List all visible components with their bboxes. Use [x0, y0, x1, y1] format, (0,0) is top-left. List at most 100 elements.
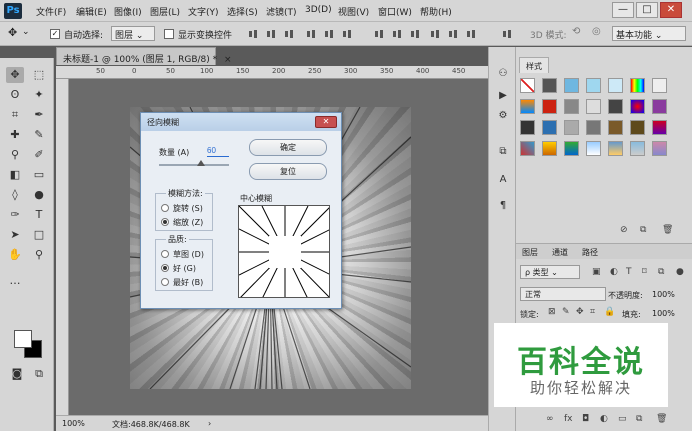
show-transform-checkbox[interactable]: [164, 29, 174, 39]
menu-view[interactable]: 视图(V): [338, 5, 369, 18]
style-swatch[interactable]: [608, 120, 623, 135]
new-style-icon[interactable]: ⧉: [640, 225, 646, 235]
adjustment-layer-icon[interactable]: ◐: [600, 414, 608, 424]
lock-artboard-icon[interactable]: ⌗: [590, 307, 595, 317]
distribute-right-icon[interactable]: [466, 29, 476, 39]
new-group-icon[interactable]: ▭: [618, 414, 627, 424]
clone-source-panel-icon[interactable]: ⧉: [495, 145, 511, 159]
method-zoom-radio[interactable]: [161, 218, 169, 226]
blur-tool-icon[interactable]: ◊: [6, 187, 24, 203]
blur-center-preview[interactable]: [238, 205, 330, 298]
style-swatch[interactable]: [630, 78, 645, 93]
dodge-tool-icon[interactable]: ●: [30, 187, 48, 203]
fill-value[interactable]: 100%: [652, 309, 675, 324]
auto-align-icon[interactable]: [502, 29, 512, 39]
style-swatch[interactable]: [564, 120, 579, 135]
chevron-down-icon[interactable]: ⌄: [22, 27, 30, 37]
more-tools-icon[interactable]: …: [6, 273, 24, 289]
filter-type-icon[interactable]: T: [626, 267, 632, 277]
align-vcenter-icon[interactable]: [266, 29, 276, 39]
new-layer-icon[interactable]: ⧉: [636, 414, 642, 424]
menu-3d[interactable]: 3D(D): [305, 5, 332, 15]
no-style-icon[interactable]: ⊘: [620, 225, 628, 235]
properties-panel-icon[interactable]: ⚙: [495, 109, 511, 123]
menu-image[interactable]: 图像(I): [114, 5, 142, 18]
3d-orbit-icon[interactable]: ◎: [592, 26, 601, 37]
clone-stamp-icon[interactable]: ⚲: [6, 147, 24, 163]
style-swatch[interactable]: [630, 99, 645, 114]
paragraph-panel-icon[interactable]: ¶: [495, 199, 511, 213]
filter-shape-icon[interactable]: ⌑: [642, 267, 647, 277]
distribute-bottom-icon[interactable]: [410, 29, 420, 39]
style-swatch[interactable]: [520, 99, 535, 114]
magic-wand-icon[interactable]: ✦: [30, 87, 48, 103]
menu-type[interactable]: 文字(Y): [188, 5, 219, 18]
style-swatch[interactable]: [542, 78, 557, 93]
quick-mask-icon[interactable]: ◙: [8, 366, 26, 382]
quality-draft-label[interactable]: 草图 (D): [173, 249, 204, 260]
filter-adjust-icon[interactable]: ◐: [610, 267, 618, 277]
pen-tool-icon[interactable]: ✑: [6, 207, 24, 223]
delete-style-icon[interactable]: 🗑: [662, 225, 673, 235]
style-swatch[interactable]: [652, 78, 667, 93]
style-swatch[interactable]: [652, 99, 667, 114]
filter-toggle-icon[interactable]: ●: [676, 267, 684, 277]
align-bottom-icon[interactable]: [284, 29, 294, 39]
fx-icon[interactable]: fx: [564, 414, 573, 424]
amount-input[interactable]: [207, 145, 229, 157]
tab-close-icon[interactable]: ×: [224, 55, 232, 65]
style-swatch[interactable]: [630, 120, 645, 135]
status-arrow-icon[interactable]: ›: [208, 419, 211, 428]
lock-position-icon[interactable]: ✥: [576, 307, 584, 317]
style-swatch[interactable]: [652, 141, 667, 156]
quality-best-radio[interactable]: [161, 278, 169, 286]
distribute-vcenter-icon[interactable]: [392, 29, 402, 39]
foreground-color-swatch[interactable]: [14, 330, 32, 348]
tab-layers[interactable]: 图层: [522, 247, 538, 258]
quality-best-label[interactable]: 最好 (B): [173, 277, 203, 288]
style-swatch[interactable]: [586, 78, 601, 93]
menu-window[interactable]: 窗口(W): [378, 5, 412, 18]
gradient-tool-icon[interactable]: ▭: [30, 167, 48, 183]
add-mask-icon[interactable]: ◘: [582, 414, 589, 424]
menu-layer[interactable]: 图层(L): [150, 5, 180, 18]
style-swatch[interactable]: [564, 78, 579, 93]
filter-smart-icon[interactable]: ⧉: [658, 267, 664, 277]
menu-select[interactable]: 选择(S): [227, 5, 258, 18]
method-spin-radio[interactable]: [161, 204, 169, 212]
opacity-value[interactable]: 100%: [652, 290, 675, 305]
amount-slider-thumb[interactable]: [197, 160, 205, 166]
distribute-top-icon[interactable]: [374, 29, 384, 39]
lock-pixels-icon[interactable]: ✎: [562, 307, 570, 317]
align-hcenter-icon[interactable]: [324, 29, 334, 39]
style-swatch[interactable]: [608, 78, 623, 93]
menu-help[interactable]: 帮助(H): [420, 5, 452, 18]
style-swatch[interactable]: [630, 141, 645, 156]
style-swatch[interactable]: [542, 120, 557, 135]
style-swatch[interactable]: [586, 120, 601, 135]
distribute-hcenter-icon[interactable]: [448, 29, 458, 39]
amount-slider-track[interactable]: [159, 164, 229, 166]
auto-select-checkbox[interactable]: ✓: [50, 29, 60, 39]
character-panel-icon[interactable]: A: [495, 173, 511, 187]
tab-paths[interactable]: 路径: [582, 247, 598, 258]
tab-channels[interactable]: 通道: [552, 247, 568, 258]
screen-mode-icon[interactable]: ⧉: [30, 366, 48, 382]
style-swatch[interactable]: [586, 141, 601, 156]
lock-all-icon[interactable]: 🔒: [604, 307, 615, 317]
lock-transparent-icon[interactable]: ⊠: [548, 307, 556, 317]
eraser-tool-icon[interactable]: ◧: [6, 167, 24, 183]
style-swatch[interactable]: [542, 141, 557, 156]
lasso-tool-icon[interactable]: ʘ: [6, 87, 24, 103]
document-tab[interactable]: 未标题-1 @ 100% (图层 1, RGB/8) * ×: [56, 47, 232, 65]
marquee-tool-icon[interactable]: ⬚: [30, 67, 48, 83]
menu-filter[interactable]: 滤镜(T): [266, 5, 297, 18]
brush-tool-icon[interactable]: ✎: [30, 127, 48, 143]
auto-select-dropdown[interactable]: 图层 ⌄: [111, 26, 155, 41]
style-swatch[interactable]: [520, 120, 535, 135]
zoom-level[interactable]: 100%: [62, 419, 85, 428]
3d-rotate-icon[interactable]: ⟲: [572, 26, 580, 37]
maximize-button[interactable]: □: [636, 2, 658, 18]
path-select-icon[interactable]: ➤: [6, 227, 24, 243]
menu-edit[interactable]: 编辑(E): [76, 5, 107, 18]
